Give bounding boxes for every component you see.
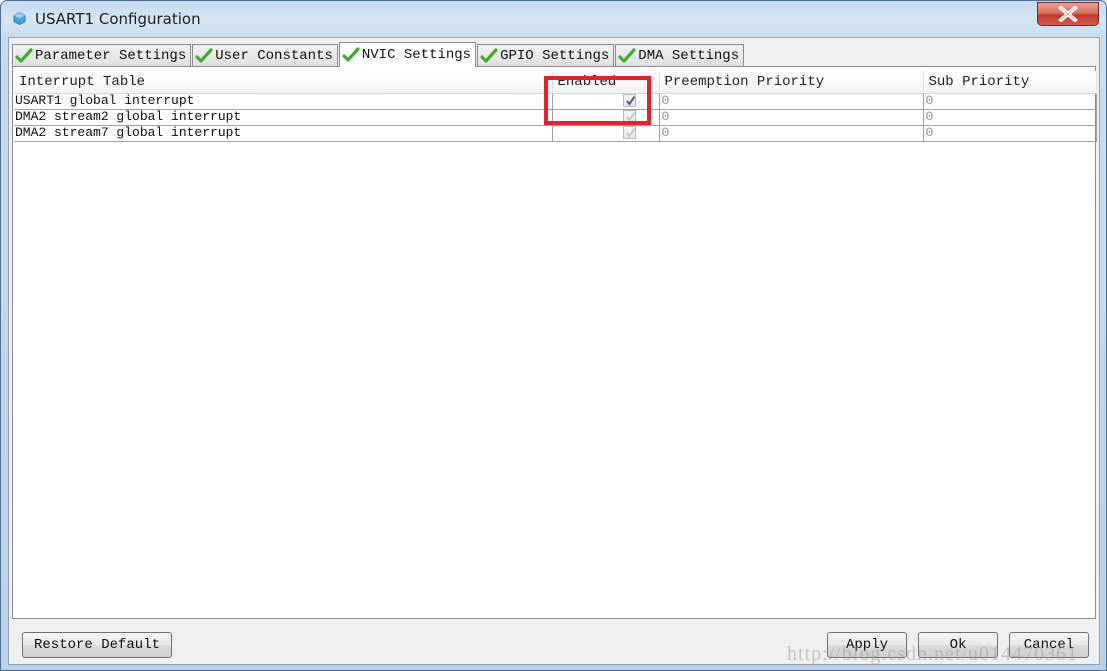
tab-gpio-settings[interactable]: GPIO Settings <box>477 44 615 66</box>
tab-label: User Constants <box>215 47 333 64</box>
tab-dma-settings[interactable]: DMA Settings <box>615 44 745 66</box>
tab-user-constants[interactable]: User Constants <box>192 44 338 66</box>
interrupt-name-cell: DMA2 stream2 global interrupt <box>14 108 553 126</box>
interrupt-table: Interrupt Table Enabled Preemption Prior… <box>14 71 1097 142</box>
tab-bar: Parameter Settings User Constants NVIC Set… <box>12 42 745 67</box>
interrupt-name-cell: USART1 global interrupt <box>14 92 553 110</box>
column-header-preemption-priority[interactable]: Preemption Priority <box>659 71 924 94</box>
title-bar[interactable]: USART1 Configuration <box>1 1 1106 37</box>
sub-priority-cell[interactable]: 0 <box>923 108 1097 126</box>
sub-priority-cell[interactable]: 0 <box>923 124 1097 142</box>
tab-label: GPIO Settings <box>500 47 610 64</box>
close-button[interactable] <box>1037 2 1099 26</box>
close-icon <box>1058 6 1078 22</box>
check-icon <box>618 47 636 63</box>
interrupt-name-cell: DMA2 stream7 global interrupt <box>14 124 553 142</box>
dialog-window: USART1 Configuration Parameter Settings U… <box>0 0 1107 671</box>
dialog-client: Parameter Settings User Constants NVIC Set… <box>8 37 1100 665</box>
restore-default-button[interactable]: Restore Default <box>22 632 172 658</box>
app-cube-icon <box>13 12 26 25</box>
table-header-row: Interrupt Table Enabled Preemption Prior… <box>14 71 1097 94</box>
column-header-interrupt-table[interactable]: Interrupt Table <box>14 71 553 94</box>
check-icon <box>15 47 33 63</box>
ok-button[interactable]: Ok <box>918 632 998 658</box>
tab-label: NVIC Settings <box>361 47 472 63</box>
table-row[interactable]: DMA2 stream2 global interrupt 0 0 <box>14 108 1097 126</box>
tab-parameter-settings[interactable]: Parameter Settings <box>12 44 192 66</box>
enabled-cell <box>552 92 660 110</box>
window-title: USART1 Configuration <box>35 10 201 28</box>
check-icon <box>342 47 360 62</box>
table-row[interactable]: DMA2 stream7 global interrupt 0 0 <box>14 124 1097 142</box>
column-header-enabled[interactable]: Enabled <box>552 71 660 94</box>
enabled-checkbox[interactable] <box>623 94 636 108</box>
check-icon <box>195 47 213 63</box>
tab-label: Parameter Settings <box>35 47 187 64</box>
nvic-settings-panel: Interrupt Table Enabled Preemption Prior… <box>12 66 1097 619</box>
preemption-priority-cell[interactable]: 0 <box>659 124 924 142</box>
table-row[interactable]: USART1 global interrupt 0 0 <box>14 92 1097 110</box>
column-header-sub-priority[interactable]: Sub Priority <box>923 71 1097 94</box>
preemption-priority-cell[interactable]: 0 <box>659 92 924 110</box>
preemption-priority-cell[interactable]: 0 <box>659 108 924 126</box>
cancel-button[interactable]: Cancel <box>1009 632 1089 658</box>
enabled-cell <box>552 124 660 142</box>
apply-button[interactable]: Apply <box>827 632 907 658</box>
checkmark-icon <box>626 96 636 106</box>
checkmark-icon <box>626 128 636 138</box>
sub-priority-cell[interactable]: 0 <box>923 92 1097 110</box>
enabled-cell <box>552 108 660 126</box>
check-icon <box>480 47 498 63</box>
tab-label: DMA Settings <box>638 47 740 64</box>
enabled-checkbox <box>623 110 636 124</box>
enabled-checkbox <box>623 126 636 140</box>
tab-nvic-settings[interactable]: NVIC Settings <box>338 42 477 67</box>
checkmark-icon <box>626 112 636 122</box>
